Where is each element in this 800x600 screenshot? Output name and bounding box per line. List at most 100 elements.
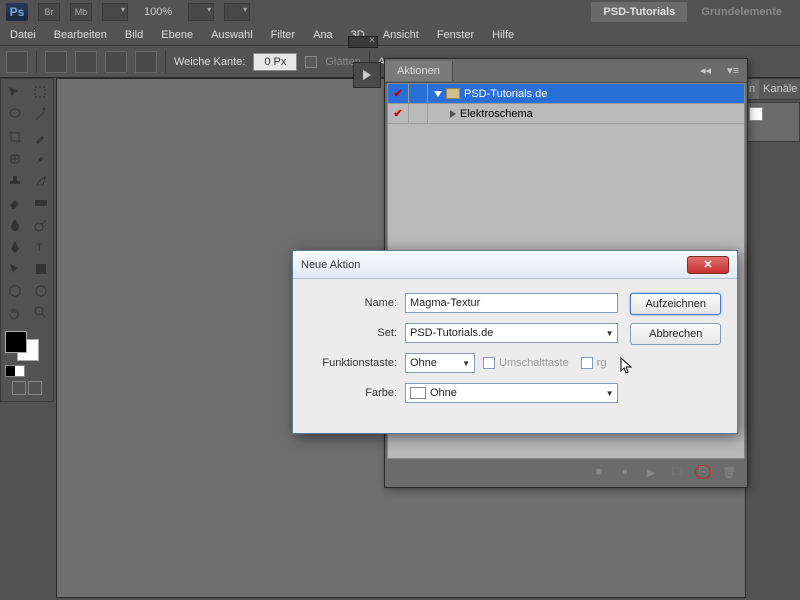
color-label: Farbe: bbox=[309, 387, 405, 399]
dialog-title-text: Neue Aktion bbox=[301, 259, 360, 271]
panel-tab-channels[interactable]: Kanäle bbox=[759, 79, 800, 99]
foreground-background-swatch[interactable] bbox=[5, 331, 39, 361]
mini-panel[interactable] bbox=[744, 102, 800, 142]
action-set-label: PSD-Tutorials.de bbox=[428, 88, 547, 100]
blur-tool-icon[interactable] bbox=[3, 215, 27, 235]
path-select-icon[interactable] bbox=[3, 259, 27, 279]
toggle-dialog-icon[interactable] bbox=[408, 84, 428, 103]
lasso-tool-icon[interactable] bbox=[3, 105, 27, 125]
separator bbox=[165, 51, 166, 73]
set-select-value: PSD-Tutorials.de bbox=[410, 327, 493, 339]
fkey-label: Funktionstaste: bbox=[309, 357, 405, 369]
cancel-button[interactable]: Abbrechen bbox=[630, 323, 721, 345]
record-button[interactable]: Aufzeichnen bbox=[630, 293, 721, 315]
quickmask-icon[interactable] bbox=[12, 381, 26, 395]
pen-tool-icon[interactable] bbox=[3, 237, 27, 257]
menu-analysis[interactable]: Ana bbox=[313, 29, 333, 41]
set-select[interactable]: PSD-Tutorials.de ▼ bbox=[405, 323, 618, 343]
panel-collapse-icon[interactable]: ◂◂ bbox=[692, 64, 719, 77]
stop-icon[interactable]: ■ bbox=[591, 465, 607, 479]
dodge-tool-icon[interactable] bbox=[29, 215, 53, 235]
disclosure-triangle-icon[interactable] bbox=[434, 91, 442, 97]
healing-tool-icon[interactable] bbox=[3, 149, 27, 169]
selection-subtract-icon[interactable] bbox=[105, 51, 127, 73]
history-brush-icon[interactable] bbox=[29, 171, 53, 191]
selection-new-icon[interactable] bbox=[45, 51, 67, 73]
set-label: Set: bbox=[309, 327, 405, 339]
workspace-tab-inactive[interactable]: Grundelemente bbox=[689, 2, 794, 22]
feather-input[interactable] bbox=[253, 53, 297, 71]
menu-layer[interactable]: Ebene bbox=[161, 29, 193, 41]
right-panel-dock: n Kanäle bbox=[744, 78, 800, 142]
play-icon[interactable]: ▶ bbox=[643, 465, 659, 479]
shape-tool-icon[interactable] bbox=[29, 259, 53, 279]
action-set-name: PSD-Tutorials.de bbox=[464, 88, 547, 100]
action-item-row[interactable]: ✔ Elektroschema bbox=[388, 104, 744, 124]
menu-image[interactable]: Bild bbox=[125, 29, 143, 41]
eyedropper-tool-icon[interactable] bbox=[29, 127, 53, 147]
panel-drag-handle[interactable] bbox=[348, 36, 378, 48]
toggle-check-icon[interactable]: ✔ bbox=[388, 87, 408, 100]
toggle-check-icon[interactable]: ✔ bbox=[388, 107, 408, 120]
antialias-checkbox[interactable] bbox=[305, 56, 317, 68]
camera-tool-icon[interactable] bbox=[29, 281, 53, 301]
record-icon[interactable]: ● bbox=[617, 465, 633, 479]
new-action-icon[interactable]: ⎘ bbox=[695, 465, 711, 479]
default-colors-icon[interactable] bbox=[5, 365, 25, 377]
disclosure-triangle-icon[interactable] bbox=[450, 110, 456, 118]
menu-window[interactable]: Fenster bbox=[437, 29, 474, 41]
name-input[interactable] bbox=[405, 293, 618, 313]
dialog-titlebar[interactable]: Neue Aktion ✕ bbox=[293, 251, 737, 279]
marquee-tool-icon[interactable] bbox=[29, 83, 53, 103]
actions-footer: ■ ● ▶ 🗀 ⎘ 🗑 bbox=[385, 459, 747, 485]
panel-menu-icon[interactable]: ▾≡ bbox=[719, 64, 747, 77]
minibridge-button[interactable]: Mb bbox=[70, 3, 92, 21]
separator bbox=[36, 51, 37, 73]
fkey-select-value: Ohne bbox=[410, 357, 437, 369]
chevron-down-icon: ▼ bbox=[606, 389, 614, 398]
selection-intersect-icon[interactable] bbox=[135, 51, 157, 73]
color-select-value: Ohne bbox=[430, 387, 457, 399]
menu-file[interactable]: Datei bbox=[10, 29, 36, 41]
crop-tool-icon[interactable] bbox=[3, 127, 27, 147]
foreground-color[interactable] bbox=[5, 331, 27, 353]
fkey-select[interactable]: Ohne ▼ bbox=[405, 353, 475, 373]
toolbox: T bbox=[0, 78, 54, 402]
menu-help[interactable]: Hilfe bbox=[492, 29, 514, 41]
tool-preset-icon[interactable] bbox=[6, 51, 28, 73]
bridge-button[interactable]: Br bbox=[38, 3, 60, 21]
3d-tool-icon[interactable] bbox=[3, 281, 27, 301]
close-button[interactable]: ✕ bbox=[687, 256, 729, 274]
hand-tool-icon[interactable] bbox=[3, 303, 27, 323]
menu-view[interactable]: Ansicht bbox=[383, 29, 419, 41]
zoom-tool-icon[interactable] bbox=[29, 303, 53, 323]
eraser-tool-icon[interactable] bbox=[3, 193, 27, 213]
menu-select[interactable]: Auswahl bbox=[211, 29, 253, 41]
ctrl-checkbox bbox=[581, 357, 593, 369]
wand-tool-icon[interactable] bbox=[29, 105, 53, 125]
menu-filter[interactable]: Filter bbox=[271, 29, 295, 41]
arrange-dropdown[interactable] bbox=[188, 3, 214, 21]
view-extras-dropdown[interactable] bbox=[102, 3, 128, 21]
toggle-dialog-icon[interactable] bbox=[408, 104, 428, 123]
gradient-tool-icon[interactable] bbox=[29, 193, 53, 213]
delete-icon[interactable]: 🗑 bbox=[721, 465, 737, 479]
type-tool-icon[interactable]: T bbox=[29, 237, 53, 257]
actions-panel-header[interactable]: Aktionen ◂◂ ▾≡ bbox=[385, 59, 747, 83]
menu-edit[interactable]: Bearbeiten bbox=[54, 29, 107, 41]
workspace-tab-active[interactable]: PSD-Tutorials bbox=[591, 2, 687, 22]
action-set-row[interactable]: ✔ PSD-Tutorials.de bbox=[388, 84, 744, 104]
play-action-button[interactable] bbox=[353, 62, 381, 88]
zoom-level[interactable]: 100% bbox=[138, 6, 178, 18]
stamp-tool-icon[interactable] bbox=[3, 171, 27, 191]
brush-tool-icon[interactable] bbox=[29, 149, 53, 169]
selection-add-icon[interactable] bbox=[75, 51, 97, 73]
move-tool-icon[interactable] bbox=[3, 83, 27, 103]
chevron-down-icon: ▼ bbox=[606, 329, 614, 338]
screenmode-dropdown[interactable] bbox=[224, 3, 250, 21]
color-select[interactable]: Ohne ▼ bbox=[405, 383, 618, 403]
actions-tab[interactable]: Aktionen bbox=[385, 61, 453, 81]
panel-thumb-icon bbox=[749, 107, 763, 121]
new-set-icon[interactable]: 🗀 bbox=[669, 465, 685, 479]
screenmode-icon[interactable] bbox=[28, 381, 42, 395]
